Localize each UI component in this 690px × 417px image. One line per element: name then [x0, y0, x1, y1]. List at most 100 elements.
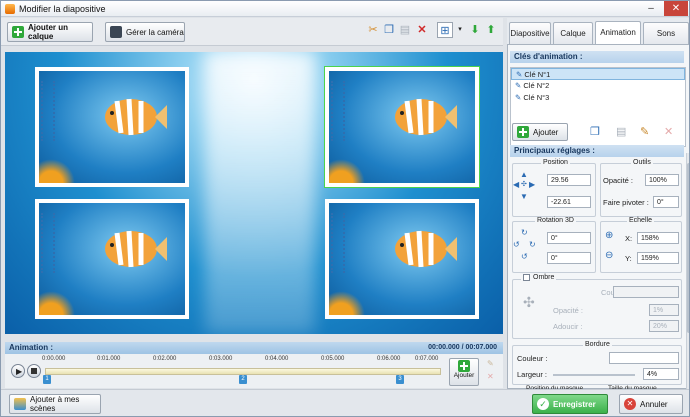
align-icon[interactable]: ⊞ [437, 22, 453, 38]
shadow-color-field[interactable] [613, 286, 679, 298]
rotation-1-input[interactable]: 0° [547, 232, 591, 244]
tab-sons[interactable]: Sons [643, 22, 689, 44]
ruler-tick: 0:04.000 [265, 356, 289, 362]
add-layer-button[interactable]: Ajouter un calque [7, 22, 93, 42]
timeline-track[interactable] [45, 368, 441, 375]
key-label: Clé N°3 [523, 93, 550, 102]
move-down-icon[interactable]: ⬇ [467, 22, 483, 38]
shadow-opacity-input[interactable]: 1% [649, 304, 679, 316]
copy-icon[interactable]: ❐ [381, 22, 397, 38]
camera-icon [110, 26, 122, 38]
window-title: Modifier la diapositive [19, 4, 106, 14]
fish-photo-bottom-right[interactable] [325, 199, 479, 319]
save-button[interactable]: ✓ Enregistrer [532, 394, 608, 414]
stop-button[interactable] [27, 364, 41, 378]
selection-outline[interactable] [324, 66, 480, 188]
cut-icon[interactable]: ✂ [365, 22, 381, 38]
editor-window: Modifier la diapositive – ✕ Ajouter un c… [0, 0, 690, 417]
fish-photo-top-left[interactable] [35, 67, 189, 187]
edit-key-icon[interactable]: ✎ [487, 359, 494, 368]
border-width-input[interactable]: 4% [643, 368, 679, 380]
rotate-down-icon[interactable]: ↺ [521, 252, 528, 261]
border-label: Bordure [583, 341, 612, 348]
shadow-soften-input[interactable]: 20% [649, 320, 679, 332]
rotate-up-icon[interactable]: ↻ [521, 228, 528, 237]
ruler-tick: 0:03.000 [209, 356, 233, 362]
cancel-button[interactable]: ✕ Annuler [619, 394, 683, 414]
rotation-2-input[interactable]: 0° [547, 252, 591, 264]
arrow-left-icon[interactable]: ◀ [513, 180, 519, 189]
list-item[interactable]: ✎ Clé N°1 [511, 68, 685, 80]
opacity-label: Opacité : [603, 176, 634, 185]
border-color-field[interactable] [609, 352, 679, 364]
rotate-left-icon[interactable]: ↺ [513, 240, 520, 249]
pin-icon: ✎ [515, 81, 522, 90]
add-to-scenes-label: Ajouter à mes scènes [30, 395, 80, 413]
timeline-add-button[interactable]: Ajouter [449, 358, 479, 386]
panel-tabs: Diapositive Calque Animation Sons [507, 18, 689, 44]
check-icon: ✓ [537, 398, 549, 410]
list-item[interactable]: ✎ Clé N°3 [511, 92, 685, 104]
paste-key-icon[interactable]: ▤ [616, 125, 626, 138]
delete-key-icon[interactable]: ✕ [664, 125, 673, 138]
scale-x-input[interactable]: 158% [637, 232, 679, 244]
chevron-down-icon[interactable]: ▾ [452, 22, 468, 38]
manage-camera-label: Gérer la caméra [126, 27, 184, 37]
center-icon[interactable]: ✣ [521, 180, 527, 188]
delete-key-icon[interactable]: ✕ [487, 372, 494, 381]
paste-icon[interactable]: ▤ [397, 22, 413, 38]
add-to-scenes-button[interactable]: Ajouter à mes scènes [9, 394, 101, 414]
move-up-icon[interactable]: ⬆ [483, 22, 499, 38]
zoom-in-icon[interactable]: ⊕ [605, 230, 613, 241]
arrow-right-icon[interactable]: ▶ [529, 180, 535, 189]
fish-photo-top-right-selected[interactable] [324, 66, 480, 188]
scale-group: Echelle ⊕ ⊖ X: 158% Y: 159% [600, 217, 682, 273]
tab-calque[interactable]: Calque [553, 22, 593, 44]
rotate-right-icon[interactable]: ↻ [529, 240, 536, 249]
border-width-slider[interactable] [553, 374, 635, 376]
shadow-toggle[interactable]: Ombre [521, 274, 557, 281]
timeline-key-marker[interactable]: 2 [239, 375, 247, 384]
opacity-input[interactable]: 100% [645, 174, 679, 186]
tools-group: Outils Opacité : 100% Faire pivoter : 0° [600, 159, 682, 217]
timeline-add-label: Ajouter [453, 372, 475, 379]
fish-photo-bottom-left[interactable] [35, 199, 189, 319]
animation-panel: Clés d'animation : ✎ Clé N°1 ✎ Clé N°2 ✎… [507, 44, 689, 392]
pin-icon: ✎ [516, 70, 523, 79]
plus-icon [458, 360, 470, 372]
shadow-opacity-label: Opacité : [553, 306, 584, 315]
shadow-checkbox[interactable] [523, 274, 530, 281]
position-label: Position [541, 159, 570, 166]
arrow-down-icon[interactable]: ▼ [520, 192, 528, 201]
minimize-button[interactable]: – [639, 1, 663, 16]
timeline-key-marker[interactable]: 3 [396, 375, 404, 384]
border-width-label: Largeur : [517, 370, 548, 379]
scale-y-input[interactable]: 159% [637, 252, 679, 264]
brush-icon[interactable]: ✎ [640, 125, 649, 138]
play-button[interactable]: ▶ [11, 364, 25, 378]
timeline-key-marker[interactable]: 1 [43, 375, 51, 384]
save-label: Enregistrer [553, 399, 596, 409]
stop-icon [31, 368, 37, 374]
settings-scrollbar[interactable] [686, 153, 689, 389]
position-y-input[interactable]: -22.61 [547, 196, 591, 208]
pivot-input[interactable]: 0° [653, 196, 679, 208]
add-key-button[interactable]: Ajouter [512, 123, 568, 141]
slide-canvas[interactable] [5, 52, 503, 334]
ruler-tick: 0:06.000 [377, 356, 401, 362]
tab-diapositive[interactable]: Diapositive [509, 22, 551, 44]
ruler-tick: 0:01.000 [97, 356, 121, 362]
cancel-icon: ✕ [624, 398, 636, 410]
arrow-up-icon[interactable]: ▲ [520, 170, 528, 179]
manage-camera-button[interactable]: Gérer la caméra [105, 22, 185, 42]
position-x-input[interactable]: 29.56 [547, 174, 591, 186]
copy-key-icon[interactable]: ❐ [590, 125, 600, 138]
time-ruler: 0:00.000 0:01.000 0:02.000 0:03.000 0:04… [42, 356, 441, 366]
list-item[interactable]: ✎ Clé N°2 [511, 80, 685, 92]
rotation-group: Rotation 3D ↻ ↺ ↻ ↺ 0° 0° [512, 217, 596, 273]
delete-icon[interactable]: ✕ [414, 22, 430, 38]
tools-label: Outils [631, 159, 653, 166]
close-button[interactable]: ✕ [664, 1, 688, 16]
tab-animation[interactable]: Animation [595, 21, 641, 44]
zoom-out-icon[interactable]: ⊖ [605, 250, 613, 261]
